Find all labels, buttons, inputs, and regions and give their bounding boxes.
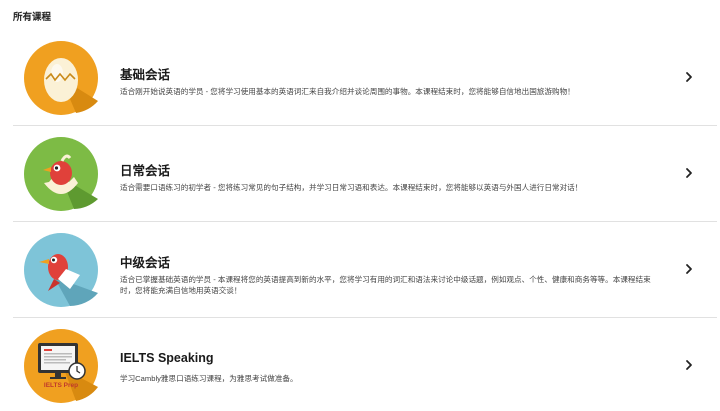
course-description: 适合已掌握基础英语的学员 - 本课程将您的英语提高到新的水平，您将学习有用的词汇… [120, 275, 651, 295]
chevron-right-icon[interactable] [683, 263, 695, 275]
course-card-daily[interactable]: 日常会话 适合需要口语练习的初学者 - 您将练习常见的句子结构，并学习日常习语和… [13, 126, 717, 222]
ielts-prep-icon: IELTS Prep [24, 329, 98, 403]
course-card-ielts[interactable]: IELTS Prep IELTS Speaking 学习Cambly雅思口语练习… [13, 318, 717, 411]
course-title: 中级会话 [120, 256, 171, 270]
flying-bird-icon [24, 233, 98, 307]
hatching-bird-icon [24, 137, 98, 211]
course-description: 学习Cambly雅思口语练习课程，为雅思考试做准备。 [120, 374, 298, 383]
chevron-right-icon[interactable] [683, 71, 695, 83]
chevron-right-icon[interactable] [683, 167, 695, 179]
section-title: 所有课程 [13, 12, 52, 23]
course-description: 适合需要口语练习的初学者 - 您将练习常见的句子结构，并学习日常习语和表达。本课… [120, 183, 583, 192]
course-title: 基础会话 [120, 68, 171, 82]
chevron-right-icon[interactable] [683, 359, 695, 371]
course-title: 日常会话 [120, 164, 171, 178]
course-description: 适合刚开始说英语的学员 - 您将学习使用基本的英语词汇来自我介绍并谈论周围的事物… [120, 87, 575, 96]
course-card-intermediate[interactable]: 中级会话 适合已掌握基础英语的学员 - 本课程将您的英语提高到新的水平，您将学习… [13, 222, 717, 318]
course-card-basic[interactable]: 基础会话 适合刚开始说英语的学员 - 您将学习使用基本的英语词汇来自我介绍并谈论… [13, 26, 717, 126]
cracked-egg-icon [24, 41, 98, 115]
ielts-prep-caption: IELTS Prep [43, 382, 79, 389]
course-title: IELTS Speaking [120, 351, 214, 365]
